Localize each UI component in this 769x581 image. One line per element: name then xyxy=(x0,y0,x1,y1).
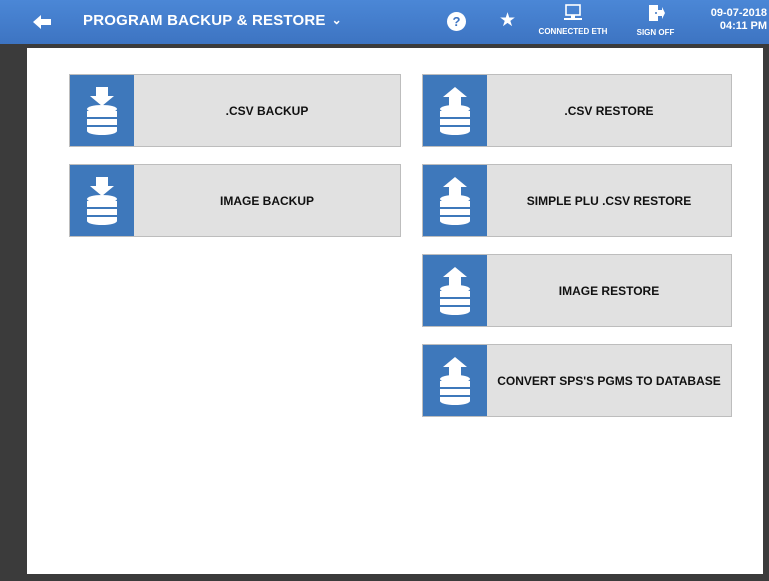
connection-status[interactable]: CONNECTED ETH xyxy=(538,4,608,36)
datetime-display: 09-07-2018 04:11 PM xyxy=(711,7,767,33)
star-icon: ★ xyxy=(499,10,517,31)
image-restore-label: IMAGE RESTORE xyxy=(558,283,660,298)
app-frame: PROGRAM BACKUP & RESTORE ⌄ ? ★ CONNECTED… xyxy=(0,0,769,581)
help-icon: ? xyxy=(452,14,461,29)
help-button[interactable]: ? xyxy=(447,12,466,31)
chevron-down-icon: ⌄ xyxy=(331,12,342,27)
page-title: PROGRAM BACKUP & RESTORE xyxy=(83,12,326,29)
favorites-button[interactable]: ★ xyxy=(499,10,516,32)
connection-label: CONNECTED ETH xyxy=(538,27,608,36)
database-download-icon xyxy=(70,75,134,146)
top-bar: PROGRAM BACKUP & RESTORE ⌄ ? ★ CONNECTED… xyxy=(0,0,769,44)
convert-sps-label: CONVERT SPS'S PGMS TO DATABASE xyxy=(497,373,721,388)
csv-restore-button[interactable]: .CSV RESTORE xyxy=(422,74,732,147)
sign-off-label: SIGN OFF xyxy=(636,28,675,37)
back-arrow-icon xyxy=(33,15,51,29)
csv-backup-label: .CSV BACKUP xyxy=(225,103,309,118)
date-text: 09-07-2018 xyxy=(710,7,767,19)
simple-plu-restore-label: SIMPLE PLU .CSV RESTORE xyxy=(526,193,692,208)
simple-plu-restore-button[interactable]: SIMPLE PLU .CSV RESTORE xyxy=(422,164,732,237)
image-backup-label: IMAGE BACKUP xyxy=(219,193,314,208)
network-computer-icon xyxy=(564,4,582,20)
back-button[interactable] xyxy=(29,12,55,32)
image-backup-button[interactable]: IMAGE BACKUP xyxy=(69,164,401,237)
sign-off-icon xyxy=(648,5,665,21)
main-content: .CSV BACKUP IMAGE BACKUP .CSV RESTORE SI… xyxy=(27,48,763,574)
database-upload-icon xyxy=(423,255,487,326)
page-title-dropdown[interactable]: PROGRAM BACKUP & RESTORE ⌄ xyxy=(83,12,342,29)
database-download-icon xyxy=(70,165,134,236)
image-restore-button[interactable]: IMAGE RESTORE xyxy=(422,254,732,327)
database-upload-icon xyxy=(423,345,487,416)
time-text: 04:11 PM xyxy=(719,20,767,32)
database-upload-icon xyxy=(423,75,487,146)
csv-restore-label: .CSV RESTORE xyxy=(564,103,654,118)
convert-sps-button[interactable]: CONVERT SPS'S PGMS TO DATABASE xyxy=(422,344,732,417)
sign-off-button[interactable]: SIGN OFF xyxy=(633,4,678,37)
csv-backup-button[interactable]: .CSV BACKUP xyxy=(69,74,401,147)
database-upload-icon xyxy=(423,165,487,236)
